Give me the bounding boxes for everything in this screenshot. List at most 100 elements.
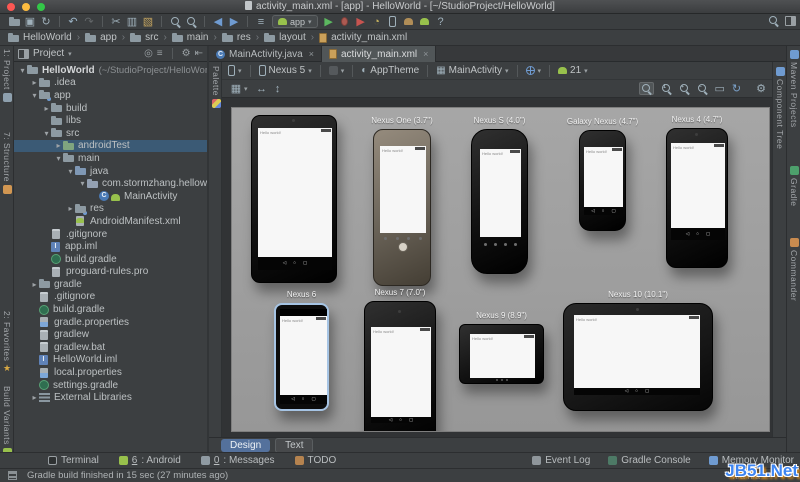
close-icon[interactable]: × — [423, 49, 428, 59]
zoom-fit-icon[interactable] — [639, 82, 654, 95]
stripe-tab-1-project[interactable]: 1: Project — [0, 49, 14, 102]
tab-text[interactable]: Text — [275, 438, 313, 453]
open-file-icon[interactable] — [6, 15, 22, 29]
tree-item-gradlew[interactable]: gradlew — [14, 328, 207, 341]
run-icon[interactable]: ▶ — [321, 15, 337, 29]
avd-manager-icon[interactable] — [385, 15, 401, 29]
ui-mode-combo[interactable]: ▾ — [329, 66, 345, 75]
tool-button-terminal[interactable]: Terminal — [48, 455, 99, 466]
search-everywhere-icon[interactable] — [768, 15, 779, 26]
preview-settings-gear-icon[interactable]: ⚙ — [756, 82, 766, 95]
collapse-all-icon[interactable]: ≡ — [157, 47, 163, 61]
redo-icon[interactable]: ↷ — [81, 15, 97, 29]
component-tree-tab[interactable]: Component Tree — [773, 67, 787, 149]
tree-item-build-gradle[interactable]: build.gradle — [14, 253, 207, 266]
tab-design[interactable]: Design — [221, 439, 270, 452]
palette-tab[interactable]: Palette — [209, 66, 223, 108]
tree-item-libs[interactable]: libs — [14, 114, 207, 127]
tree-item-idea[interactable]: ▸.idea — [14, 77, 207, 90]
stripe-tab-maven-projects[interactable]: Maven Projects — [787, 50, 800, 128]
tree-item-helloworld[interactable]: ▾HelloWorld(~/StudioProject/HelloWorld) — [14, 64, 207, 77]
tree-item-local-properties[interactable]: local.properties — [14, 366, 207, 379]
tree-item-external-libraries[interactable]: ▸External Libraries — [14, 391, 207, 404]
cut-icon[interactable]: ✂ — [108, 15, 124, 29]
locate-file-icon[interactable]: ◎ — [144, 47, 153, 61]
device-nexus-s[interactable]: Hello world! — [471, 129, 528, 274]
chevron-down-icon[interactable]: ▾ — [54, 154, 63, 163]
hide-panels-icon[interactable] — [785, 16, 796, 26]
chevron-down-icon[interactable]: ▾ — [66, 167, 75, 176]
frame-toggle-icon[interactable]: ▭ — [715, 82, 725, 95]
toolwindow-toggle-icon[interactable] — [8, 471, 17, 480]
breadcrumb-item-src[interactable]: src — [130, 32, 158, 43]
refresh-icon[interactable]: ↻ — [732, 82, 741, 95]
device-nexus-10[interactable]: Hello world!◁○▢ — [563, 303, 713, 411]
tab-mainactivity-java[interactable]: CMainActivity.java× — [209, 46, 322, 62]
zoom-out-icon[interactable]: − — [697, 83, 708, 94]
device-monitor-icon[interactable] — [417, 15, 433, 29]
variants-grid-icon[interactable]: ▦ — [228, 82, 244, 96]
chevron-right-icon[interactable]: ▸ — [66, 204, 75, 213]
breadcrumb-item-activity-main-xml[interactable]: activity_main.xml — [319, 32, 407, 43]
tree-item-proguard-rules-pro[interactable]: proguard-rules.pro — [14, 266, 207, 279]
breadcrumb-item-res[interactable]: res — [222, 32, 251, 43]
tree-item-gitignore[interactable]: .gitignore — [14, 291, 207, 304]
breadcrumb-item-app[interactable]: app — [85, 32, 117, 43]
tree-item-com-stormzhang-helloworld[interactable]: ▾com.stormzhang.helloworld — [14, 177, 207, 190]
match-height-icon[interactable]: ↕ — [270, 82, 286, 96]
profile-icon[interactable]: ◔ — [369, 15, 385, 29]
tree-item-build-gradle[interactable]: build.gradle — [14, 303, 207, 316]
sdk-manager-icon[interactable] — [401, 15, 417, 29]
tab-activity-main-xml[interactable]: activity_main.xml× — [322, 46, 436, 62]
tree-item-app[interactable]: ▾app — [14, 89, 207, 102]
sync-icon[interactable]: ↻ — [38, 15, 54, 29]
back-icon[interactable]: ◀ — [210, 15, 226, 29]
attach-debugger-icon[interactable]: ▶ — [353, 15, 369, 29]
theme-combo[interactable]: ◐AppTheme — [361, 65, 419, 76]
tree-item-app-iml[interactable]: Iapp.iml — [14, 240, 207, 253]
api-level-combo[interactable]: 21▾ — [558, 65, 588, 76]
stripe-tab-7-structure[interactable]: 7: Structure — [0, 132, 14, 194]
stripe-tab-gradle[interactable]: Gradle — [787, 166, 800, 207]
stripe-tab-2-favorites[interactable]: 2: Favorites★ — [0, 311, 14, 373]
device-nexus-6[interactable]: Hello world!◁○▢ — [274, 303, 329, 411]
tool-button-event-log[interactable]: Event Log — [532, 455, 590, 466]
device-combo[interactable]: Nexus 5▾ — [259, 65, 312, 76]
replace-icon[interactable] — [183, 15, 199, 29]
help-icon[interactable]: ? — [433, 15, 449, 29]
chevron-down-icon[interactable]: ▾ — [30, 91, 39, 100]
tree-item-build[interactable]: ▸build — [14, 102, 207, 115]
tree-item-androidmanifest-xml[interactable]: AndroidManifest.xml — [14, 215, 207, 228]
tree-item-src[interactable]: ▾src — [14, 127, 207, 140]
copy-icon[interactable]: ▥ — [124, 15, 140, 29]
device-galaxy-nexus[interactable]: Hello world!◁○▢ — [579, 130, 626, 231]
tree-item-settings-gradle[interactable]: settings.gradle — [14, 379, 207, 392]
undo-icon[interactable]: ↶ — [65, 15, 81, 29]
device-nexus-one[interactable]: Hello world! — [373, 129, 431, 286]
orientation-combo[interactable]: ▾ — [228, 65, 242, 76]
chevron-down-icon[interactable]: ▾ — [42, 129, 51, 138]
tool-button-android[interactable]: 6: Android — [119, 455, 181, 466]
chevron-down-icon[interactable]: ▾ — [18, 66, 27, 75]
close-icon[interactable]: × — [309, 49, 314, 59]
device-nexus-4[interactable]: Hello world!◁○▢ — [666, 128, 728, 268]
device-nexus-9[interactable]: Hello world! — [459, 324, 544, 384]
tree-item-helloworld-iml[interactable]: IHelloWorld.iml — [14, 354, 207, 367]
chevron-down-icon[interactable]: ▾ — [78, 179, 87, 188]
tree-item-gradlew-bat[interactable]: gradlew.bat — [14, 341, 207, 354]
find-icon[interactable] — [167, 15, 183, 29]
project-panel-title[interactable]: Project — [33, 48, 64, 59]
tree-item-res[interactable]: ▸res — [14, 203, 207, 216]
save-all-icon[interactable]: ▣ — [22, 15, 38, 29]
chevron-down-icon[interactable]: ▾ — [68, 50, 72, 58]
tool-button-todo[interactable]: TODO — [295, 455, 337, 466]
tree-item-gradle[interactable]: ▸gradle — [14, 278, 207, 291]
zoom-actual-icon[interactable]: 1 — [661, 83, 672, 94]
breadcrumb-item-layout[interactable]: layout — [264, 32, 306, 43]
chevron-right-icon[interactable]: ▸ — [42, 104, 51, 113]
chevron-right-icon[interactable]: ▸ — [30, 280, 39, 289]
match-width-icon[interactable]: ↔ — [254, 82, 270, 96]
run-config-icon[interactable]: ≡ — [253, 15, 269, 29]
run-config-combo[interactable]: app▾ — [272, 15, 318, 28]
chevron-right-icon[interactable]: ▸ — [54, 141, 63, 150]
